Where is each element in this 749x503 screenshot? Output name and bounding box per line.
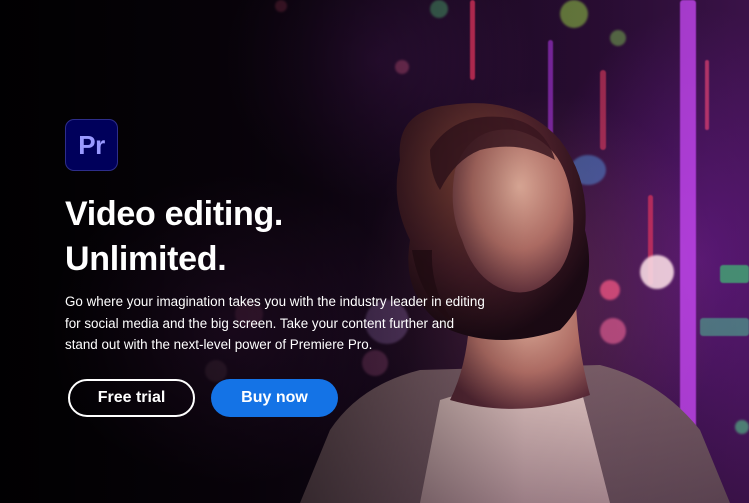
hero-content: Pr Video editing. Unlimited. Go where yo… (65, 119, 505, 417)
hero-description: Go where your imagination takes you with… (65, 294, 485, 352)
app-logo-text: Pr (78, 129, 105, 160)
hero-actions: Free trial Buy now (68, 378, 505, 417)
free-trial-button[interactable]: Free trial (68, 378, 195, 417)
headline-line-1: Video editing. (65, 195, 284, 233)
hero-banner: Pr Video editing. Unlimited. Go where yo… (0, 0, 749, 503)
premiere-pro-logo: Pr (65, 119, 118, 171)
headline-line-2: Unlimited. (65, 240, 227, 278)
buy-now-button[interactable]: Buy now (211, 378, 338, 417)
hero-headline: Video editing. Unlimited. (65, 192, 505, 282)
